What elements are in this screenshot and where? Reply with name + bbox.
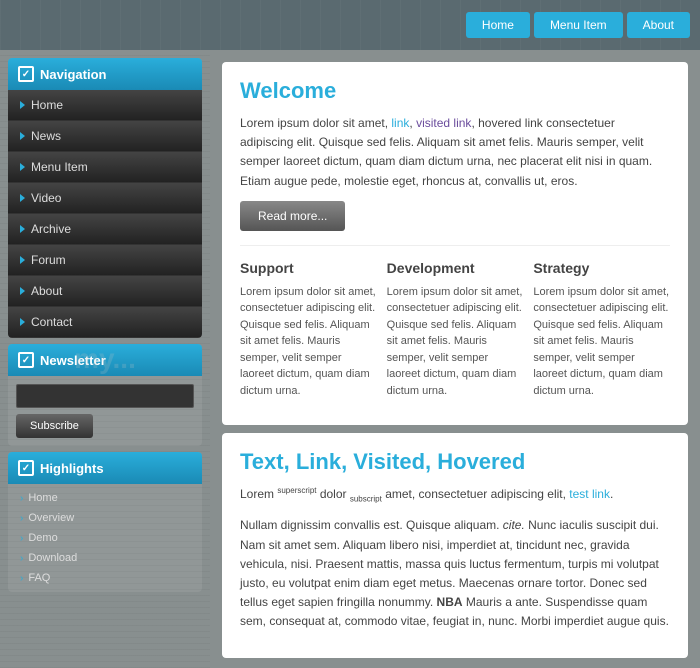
- nav-contact[interactable]: Contact: [8, 307, 202, 338]
- newsletter-input[interactable]: [16, 384, 194, 408]
- navigation-section: ✓ Navigation Home News Menu Item V: [8, 58, 202, 338]
- nav-video-label: Video: [31, 191, 61, 205]
- arrow-icon: ›: [20, 493, 23, 504]
- arrow-icon: ›: [20, 513, 23, 524]
- arrow-icon: [20, 101, 25, 109]
- read-more-button[interactable]: Read more...: [240, 201, 345, 231]
- arrow-icon: [20, 163, 25, 171]
- three-col-section: Support Lorem ipsum dolor sit amet, cons…: [240, 245, 670, 410]
- check-icon: ✓: [18, 460, 34, 476]
- arrow-icon: ›: [20, 533, 23, 544]
- nav-forum-label: Forum: [31, 253, 66, 267]
- support-col: Support Lorem ipsum dolor sit amet, cons…: [240, 260, 377, 410]
- nav-menuitem[interactable]: Menu Item: [8, 152, 202, 183]
- visited-link[interactable]: visited link: [416, 116, 471, 130]
- title-prefix: Text,: [240, 449, 296, 474]
- development-body: Lorem ipsum dolor sit amet, consectetuer…: [387, 284, 524, 400]
- nav-archive[interactable]: Archive: [8, 214, 202, 245]
- support-body: Lorem ipsum dolor sit amet, consectetuer…: [240, 284, 377, 400]
- strategy-col: Strategy Lorem ipsum dolor sit amet, con…: [533, 260, 670, 410]
- highlight-overview-label: Overview: [28, 512, 74, 524]
- arrow-icon: [20, 287, 25, 295]
- highlight-download-label: Download: [28, 552, 77, 564]
- welcome-body: Lorem ipsum dolor sit amet, link, visite…: [240, 114, 670, 191]
- welcome-title: Welcome: [240, 78, 670, 104]
- arrow-icon: ›: [20, 553, 23, 564]
- check-icon: ✓: [18, 352, 34, 368]
- arrow-icon: [20, 132, 25, 140]
- subscribe-button[interactable]: Subscribe: [16, 414, 93, 438]
- cite-text: cite.: [503, 518, 525, 532]
- nav-news-label: News: [31, 129, 61, 143]
- nav-menuitem-label: Menu Item: [31, 160, 88, 174]
- nba-text: NBA: [437, 595, 463, 609]
- nav-home[interactable]: Home: [8, 90, 202, 121]
- nav-forum[interactable]: Forum: [8, 245, 202, 276]
- nav-about-label: About: [31, 284, 62, 298]
- nav-video[interactable]: Video: [8, 183, 202, 214]
- navigation-header: ✓ Navigation: [8, 58, 202, 90]
- highlight-overview[interactable]: › Overview: [8, 508, 202, 528]
- title-link[interactable]: Link: [296, 449, 341, 474]
- arrow-icon: ›: [20, 573, 23, 584]
- highlights-header: ✓ Highlights: [8, 452, 202, 484]
- support-title: Support: [240, 260, 377, 276]
- newsletter-header: ✓ Newsletter: [8, 344, 202, 376]
- highlights-section: ✓ Highlights › Home › Overview › Demo: [8, 452, 202, 592]
- highlight-download[interactable]: › Download: [8, 548, 202, 568]
- highlights-list: › Home › Overview › Demo › Download: [8, 484, 202, 592]
- title-suffix: , Visited, Hovered: [341, 449, 525, 474]
- highlight-home-label: Home: [28, 492, 57, 504]
- welcome-box: Welcome Lorem ipsum dolor sit amet, link…: [222, 62, 688, 425]
- development-col: Development Lorem ipsum dolor sit amet, …: [387, 260, 524, 410]
- strategy-title: Strategy: [533, 260, 670, 276]
- main-content: Welcome Lorem ipsum dolor sit amet, link…: [210, 50, 700, 668]
- highlight-demo[interactable]: › Demo: [8, 528, 202, 548]
- highlight-demo-label: Demo: [28, 532, 57, 544]
- newsletter-label: Newsletter: [40, 353, 106, 368]
- highlight-faq-label: FAQ: [28, 572, 50, 584]
- nav-news[interactable]: News: [8, 121, 202, 152]
- subscript: subscript: [350, 495, 382, 504]
- highlights-label: Highlights: [40, 461, 104, 476]
- nav-archive-label: Archive: [31, 222, 71, 236]
- topnav-menuitem-button[interactable]: Menu Item: [534, 12, 623, 38]
- textlink-para2: Nullam dignissim convallis est. Quisque …: [240, 516, 670, 631]
- nav-contact-label: Contact: [31, 315, 72, 329]
- arrow-icon: [20, 225, 25, 233]
- test-link[interactable]: test link: [569, 487, 610, 501]
- nav-home-label: Home: [31, 98, 63, 112]
- arrow-icon: [20, 256, 25, 264]
- link[interactable]: link: [391, 116, 409, 130]
- textlink-box: Text, Link, Visited, Hovered Lorem super…: [222, 433, 688, 657]
- nav-about[interactable]: About: [8, 276, 202, 307]
- topnav-about-button[interactable]: About: [627, 12, 690, 38]
- navigation-label: Navigation: [40, 67, 106, 82]
- highlight-home[interactable]: › Home: [8, 488, 202, 508]
- arrow-icon: [20, 194, 25, 202]
- development-title: Development: [387, 260, 524, 276]
- newsletter-section: ✓ Newsletter Subscribe: [8, 344, 202, 446]
- textlink-title: Text, Link, Visited, Hovered: [240, 449, 670, 475]
- check-icon: ✓: [18, 66, 34, 82]
- arrow-icon: [20, 318, 25, 326]
- strategy-body: Lorem ipsum dolor sit amet, consectetuer…: [533, 284, 670, 400]
- highlight-faq[interactable]: › FAQ: [8, 568, 202, 588]
- superscript: superscript: [277, 486, 316, 495]
- textlink-para1: Lorem superscript dolor subscript amet, …: [240, 485, 670, 506]
- topnav-home-button[interactable]: Home: [466, 12, 530, 38]
